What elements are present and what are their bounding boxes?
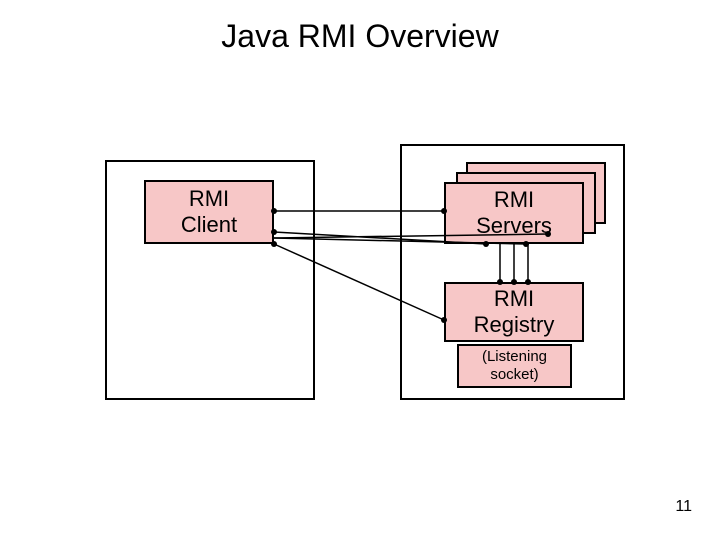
slide-title: Java RMI Overview [0,18,720,55]
rmi-registry-label-1: RMI [446,286,582,312]
rmi-servers-box: RMI Servers [444,182,584,244]
rmi-registry-box: RMI Registry [444,282,584,342]
rmi-client-label-2: Client [146,212,272,238]
rmi-client-box: RMI Client [144,180,274,244]
page-number: 11 [675,498,692,516]
rmi-servers-label-2: Servers [446,213,582,239]
listening-socket-label-1: (Listening [459,348,570,366]
rmi-registry-label-2: Registry [446,312,582,338]
rmi-client-label-1: RMI [146,186,272,212]
listening-socket-label-2: socket) [459,366,570,384]
listening-socket-box: (Listening socket) [457,344,572,388]
rmi-servers-label-1: RMI [446,187,582,213]
